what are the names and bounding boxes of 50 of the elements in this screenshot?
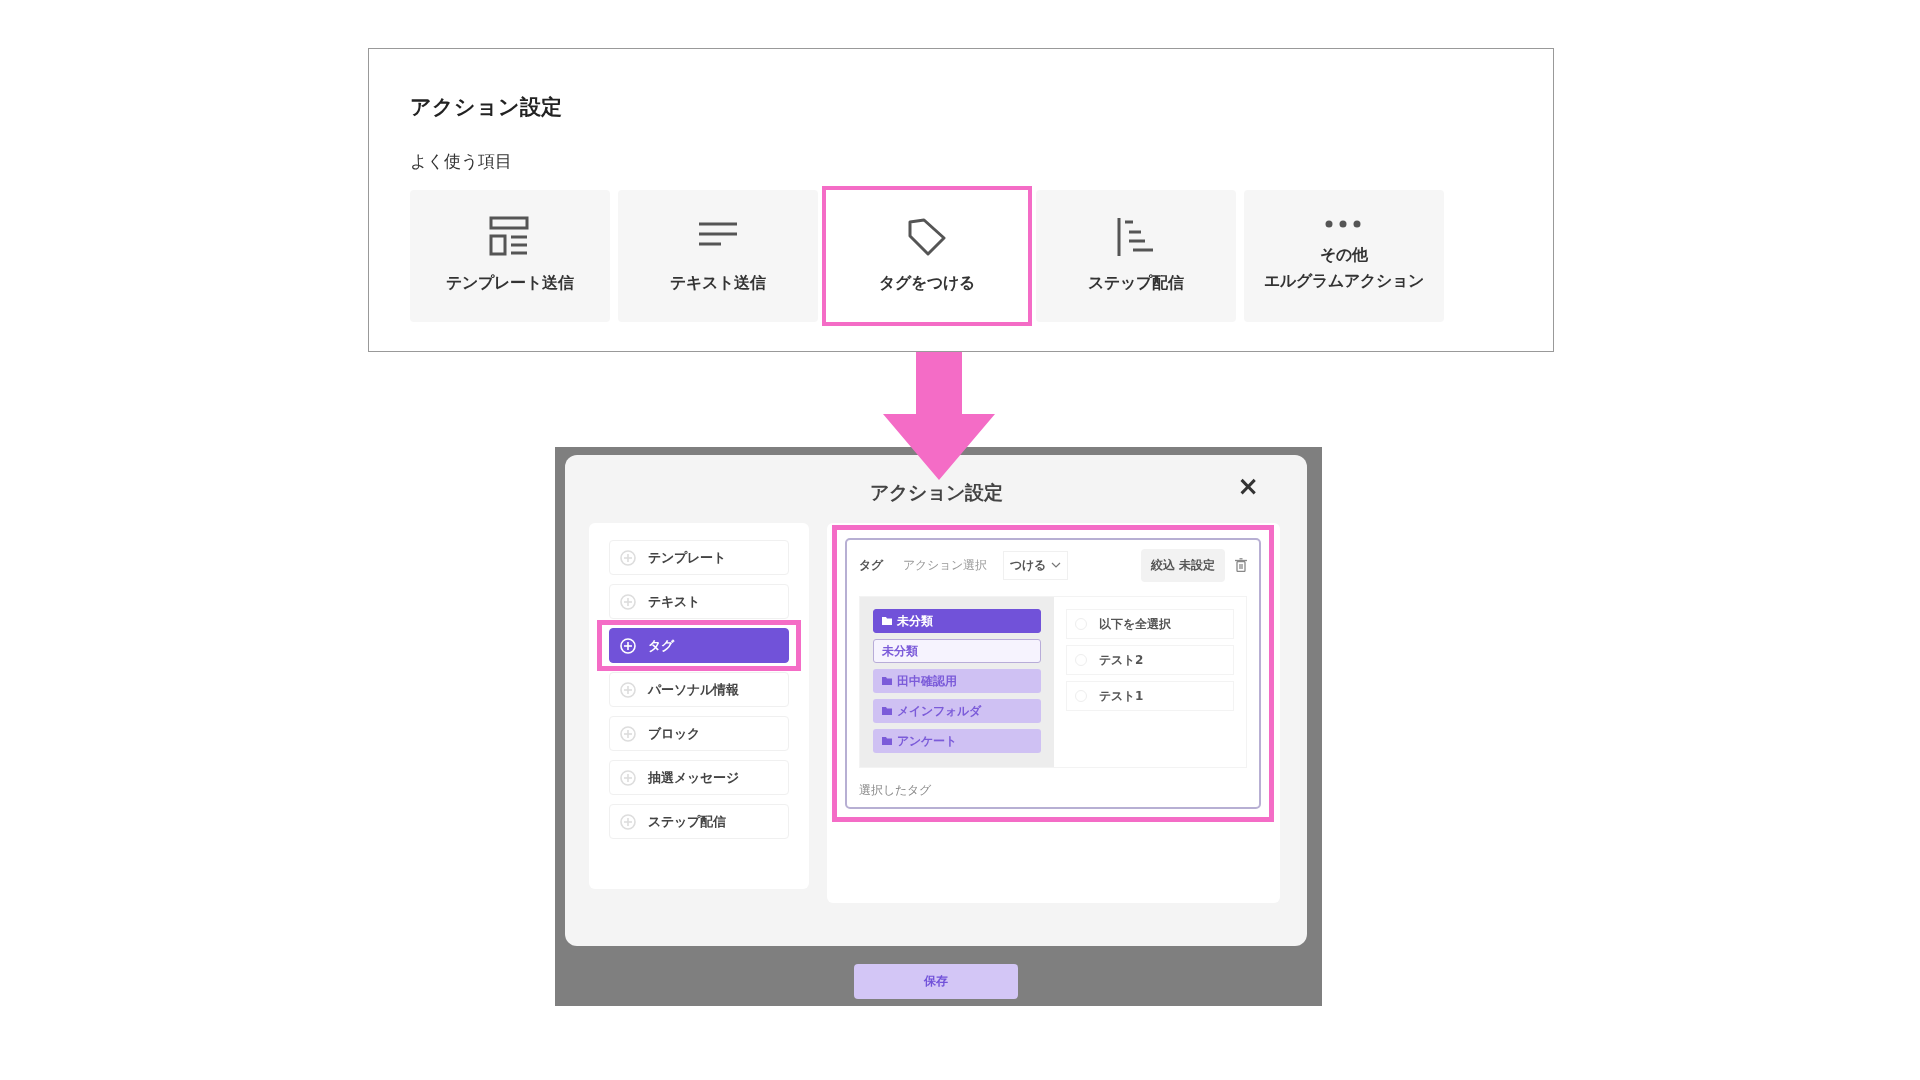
- folder-icon: [882, 737, 892, 745]
- trash-icon: [1235, 558, 1247, 572]
- menu-item[interactable]: テキスト: [609, 584, 789, 619]
- plus-circle-icon: [620, 813, 636, 830]
- tag-option-label: 以下を全選択: [1099, 615, 1171, 633]
- plus-circle-icon: [620, 637, 636, 654]
- menu-item[interactable]: テンプレート: [609, 540, 789, 575]
- menu-item[interactable]: ブロック: [609, 716, 789, 751]
- plus-circle-icon: [620, 549, 636, 566]
- menu-item[interactable]: パーソナル情報: [609, 672, 789, 707]
- menu-item[interactable]: ステップ配信: [609, 804, 789, 839]
- selected-tags-label: 選択したタグ: [859, 782, 932, 799]
- card-label: エルグラムアクション: [1264, 270, 1424, 292]
- panel-title: アクション設定: [410, 94, 563, 120]
- card-label: その他: [1320, 244, 1368, 266]
- filter-button[interactable]: 絞込 未設定: [1140, 548, 1225, 582]
- folder-icon: [882, 677, 892, 685]
- tag-option-label: テスト1: [1099, 687, 1144, 705]
- folder-icon: [882, 707, 892, 715]
- action-card[interactable]: ステップ配信: [1036, 190, 1236, 322]
- tag-option-label: テスト2: [1099, 651, 1144, 669]
- tag-option[interactable]: 以下を全選択: [1066, 609, 1234, 639]
- action-card[interactable]: タグをつける: [822, 186, 1032, 326]
- template-icon: [489, 216, 531, 258]
- action-label: アクション選択: [903, 556, 987, 574]
- plus-circle-icon: [620, 769, 636, 786]
- section-label: よく使う項目: [410, 150, 513, 172]
- action-card[interactable]: その他 エルグラムアクション: [1244, 190, 1444, 322]
- menu-item[interactable]: タグ: [609, 628, 789, 663]
- action-card[interactable]: テキスト送信: [618, 190, 818, 322]
- card-label: タグをつける: [879, 272, 975, 294]
- tag-option[interactable]: テスト2: [1066, 645, 1234, 675]
- action-dropdown[interactable]: つける: [1003, 550, 1068, 580]
- menu-item[interactable]: 抽選メッセージ: [609, 760, 789, 795]
- plus-circle-icon: [620, 725, 636, 742]
- tag-label: タグ: [859, 556, 883, 574]
- chevron-down-icon: [1051, 562, 1061, 568]
- modal-title: アクション設定: [869, 480, 1003, 505]
- folder-item[interactable]: 未分類: [873, 609, 1041, 633]
- plus-circle-icon: [620, 681, 636, 698]
- plus-circle-icon: [620, 593, 636, 610]
- tag-option[interactable]: テスト1: [1066, 681, 1234, 711]
- card-label: テキスト送信: [670, 272, 766, 294]
- card-label: ステップ配信: [1088, 272, 1184, 294]
- card-label: テンプレート送信: [446, 272, 574, 294]
- tag-group-item[interactable]: 未分類: [873, 639, 1041, 663]
- action-card[interactable]: テンプレート送信: [410, 190, 610, 322]
- folder-icon: [882, 617, 892, 625]
- tag-icon: [906, 216, 948, 258]
- close-button[interactable]: ×: [1233, 471, 1263, 501]
